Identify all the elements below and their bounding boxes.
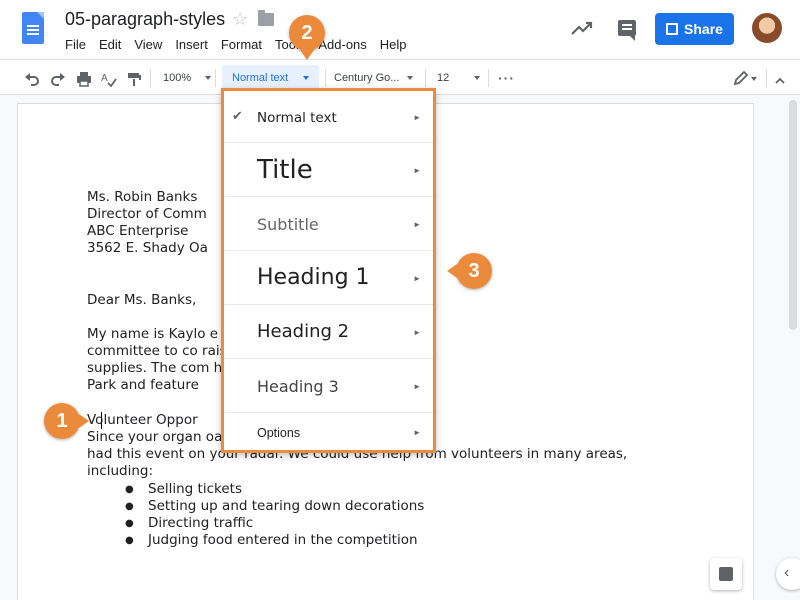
pencil-edit-icon[interactable] — [733, 70, 749, 86]
checkmark-icon: ✔ — [232, 108, 243, 123]
salutation: Dear Ms. Banks, — [87, 292, 197, 308]
font-size-value: 12 — [437, 72, 450, 84]
menu-item-options[interactable]: Options ► — [224, 413, 433, 450]
side-panel-toggle[interactable]: ‹ — [776, 558, 800, 590]
list-item: Directing traffic — [125, 515, 424, 532]
menu-addons[interactable]: Add-ons — [318, 37, 366, 52]
menu-help[interactable]: Help — [380, 37, 407, 52]
list-item: Judging food entered in the competition — [125, 532, 424, 549]
chevron-down-icon — [474, 76, 481, 80]
menu-item-subtitle[interactable]: Subtitle ► — [224, 197, 433, 251]
body-line: Park and feature — [87, 377, 199, 393]
address-line: Ms. Robin Banks — [87, 189, 198, 205]
menu-view[interactable]: View — [134, 37, 162, 52]
menu-item-label: Options — [257, 426, 301, 440]
comment-icon[interactable] — [618, 20, 636, 41]
share-icon — [666, 23, 679, 35]
paragraph-style-menu: ✔ Normal text ► Title ► Subtitle ► Headi… — [221, 88, 436, 453]
chevron-down-icon — [407, 76, 414, 80]
submenu-arrow-icon: ► — [413, 328, 421, 337]
menu-edit[interactable]: Edit — [99, 37, 121, 52]
step-callout-1: 1 — [44, 403, 89, 439]
menu-insert[interactable]: Insert — [175, 37, 208, 52]
share-button[interactable]: Share — [655, 13, 734, 45]
menu-bar: File Edit View Insert Format Tools Add-o… — [65, 37, 420, 52]
menu-item-normal-text[interactable]: ✔ Normal text ► — [224, 91, 433, 143]
submenu-arrow-icon: ► — [413, 166, 421, 175]
print-icon[interactable] — [76, 69, 92, 89]
folder-icon[interactable] — [258, 10, 274, 26]
document-title[interactable]: 05-paragraph-styles — [65, 9, 225, 30]
step-callout-3: 3 — [447, 253, 492, 289]
address-line: 3562 E. Shady Oa — [87, 240, 208, 256]
font-size-select[interactable]: 12 — [437, 68, 481, 88]
chevron-down-icon — [205, 76, 212, 80]
menu-item-title[interactable]: Title ► — [224, 143, 433, 197]
font-select[interactable]: Century Go... — [334, 68, 414, 88]
app-header: 05-paragraph-styles ☆ File Edit View Ins… — [0, 0, 800, 58]
explore-icon — [719, 567, 733, 581]
menu-item-heading-1[interactable]: Heading 1 ► — [224, 251, 433, 305]
share-label: Share — [684, 21, 723, 37]
collapse-toolbar-icon[interactable] — [774, 71, 786, 91]
star-icon[interactable]: ☆ — [232, 9, 248, 30]
menu-item-label: Normal text — [257, 110, 337, 126]
user-avatar[interactable] — [752, 13, 782, 43]
menu-file[interactable]: File — [65, 37, 86, 52]
step-callout-2: 2 — [289, 15, 325, 60]
menu-item-label: Subtitle — [257, 215, 319, 234]
menu-format[interactable]: Format — [221, 37, 262, 52]
font-value: Century Go... — [334, 72, 400, 84]
vertical-scrollbar[interactable] — [789, 100, 797, 330]
address-line: ABC Enterprise — [87, 223, 189, 239]
explore-button[interactable] — [710, 558, 742, 590]
menu-item-label: Title — [257, 155, 313, 185]
menu-item-heading-3[interactable]: Heading 3 ► — [224, 359, 433, 413]
submenu-arrow-icon: ► — [413, 113, 421, 122]
list-item: Setting up and tearing down decorations — [125, 498, 424, 515]
chevron-down-icon — [303, 76, 310, 80]
paragraph-style-value: Normal text — [232, 72, 289, 84]
more-options-icon[interactable]: ··· — [498, 68, 515, 88]
svg-text:A: A — [101, 73, 108, 84]
redo-icon[interactable] — [50, 69, 66, 89]
menu-item-heading-2[interactable]: Heading 2 ► — [224, 305, 433, 359]
address-line: Director of Comm — [87, 206, 207, 222]
submenu-arrow-icon: ► — [413, 382, 421, 391]
paint-format-icon[interactable] — [126, 69, 142, 89]
zoom-value: 100% — [163, 72, 192, 84]
body-line: including: — [87, 463, 154, 479]
menu-item-label: Heading 2 — [257, 321, 350, 342]
submenu-arrow-icon: ► — [413, 274, 421, 283]
activity-trend-icon[interactable] — [571, 20, 593, 36]
docs-logo-icon[interactable] — [22, 12, 44, 44]
zoom-select[interactable]: 100% — [163, 68, 212, 88]
submenu-arrow-icon: ► — [413, 428, 421, 437]
submenu-arrow-icon: ► — [413, 220, 421, 229]
menu-item-label: Heading 3 — [257, 377, 339, 396]
spellcheck-icon[interactable]: A — [101, 69, 117, 89]
undo-icon[interactable] — [24, 69, 40, 89]
bullet-list: Selling tickets Setting up and tearing d… — [125, 481, 424, 549]
list-item: Selling tickets — [125, 481, 424, 498]
chevron-down-icon[interactable] — [751, 77, 757, 81]
menu-item-label: Heading 1 — [257, 265, 370, 290]
selected-paragraph: Volunteer Oppor — [87, 412, 198, 428]
